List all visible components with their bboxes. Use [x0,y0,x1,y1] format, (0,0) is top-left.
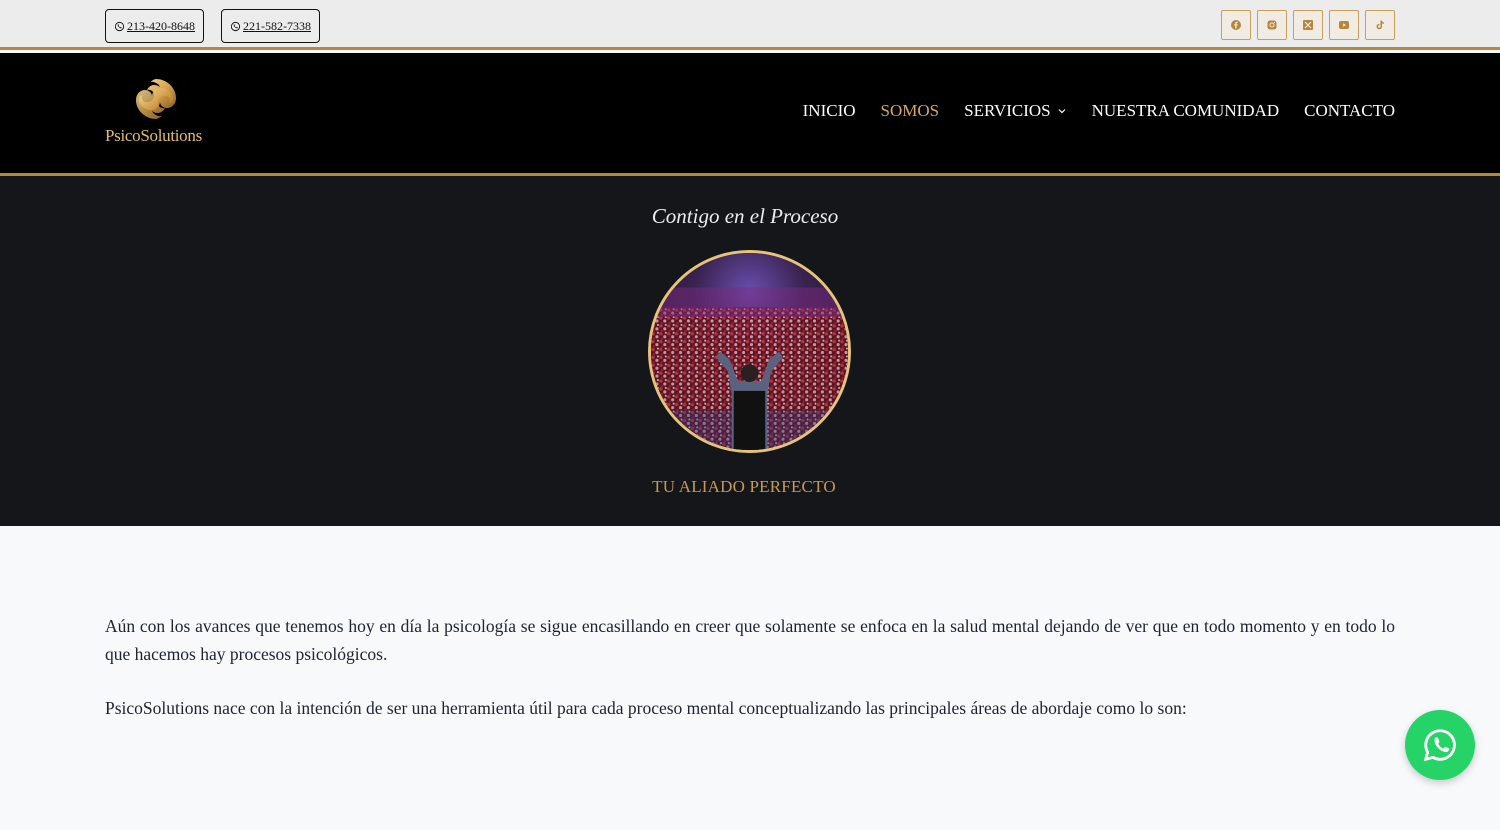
phone-button-2[interactable]: 221-582-7338 [221,9,320,43]
whatsapp-icon [114,21,125,31]
x-link[interactable] [1293,10,1323,40]
hero-image [648,250,851,453]
youtube-link[interactable] [1329,10,1359,40]
tiktok-link[interactable] [1365,10,1395,40]
nav-label: NUESTRA COMUNIDAD [1091,101,1280,120]
phone-number: 221-582-7338 [243,18,311,33]
instagram-link[interactable] [1257,10,1287,40]
whatsapp-float-button[interactable] [1405,710,1475,780]
whatsapp-icon [230,21,241,31]
main-header: PsicoSolutions INICIO SOMOS SERVICIOS NU… [0,53,1500,173]
chevron-down-icon [1058,109,1066,114]
nav-label: SOMOS [880,101,940,120]
crowd-photo [651,253,848,450]
nav-item-inicio[interactable]: INICIO [803,101,856,121]
nav-item-servicios[interactable]: SERVICIOS [964,101,1067,121]
tiktok-icon [1376,20,1384,30]
hero-subtitle: TU ALIADO PERFECTO [652,477,836,496]
nav-label: SERVICIOS [964,101,1051,120]
logo-text: PsicoSolutions [105,126,202,145]
top-bar: 213-420-8648 221-582-7338 [0,0,1500,50]
phone-number: 213-420-8648 [127,18,195,33]
nav-item-nuestra-comunidad[interactable]: NUESTRA COMUNIDAD [1092,101,1279,121]
about-content: Aún con los avances que tenemos hoy en d… [105,612,1395,722]
nav-label: INICIO [802,101,856,120]
paragraph: Aún con los avances que tenemos hoy en d… [105,616,1395,664]
nav-item-contacto[interactable]: CONTACTO [1304,101,1395,121]
x-icon [1303,20,1313,30]
logo-mark-icon [136,79,176,119]
phone-button-1[interactable]: 213-420-8648 [105,9,204,43]
facebook-link[interactable] [1221,10,1251,40]
main-nav: INICIO SOMOS SERVICIOS NUESTRA COMUNIDAD… [778,101,1395,121]
hero-title: Contigo en el Proceso [651,204,839,228]
youtube-icon [1339,21,1349,29]
paragraph: PsicoSolutions nace con la intención de … [105,698,1187,718]
nav-label: CONTACTO [1304,101,1395,120]
nav-item-somos[interactable]: SOMOS [881,101,940,121]
hero-section: Contigo en el Proceso TU ALIADO PERFECTO [0,176,1500,526]
facebook-icon [1231,20,1241,30]
instagram-icon [1267,20,1277,30]
logo[interactable]: PsicoSolutions [105,76,215,148]
whatsapp-icon [1423,729,1456,762]
